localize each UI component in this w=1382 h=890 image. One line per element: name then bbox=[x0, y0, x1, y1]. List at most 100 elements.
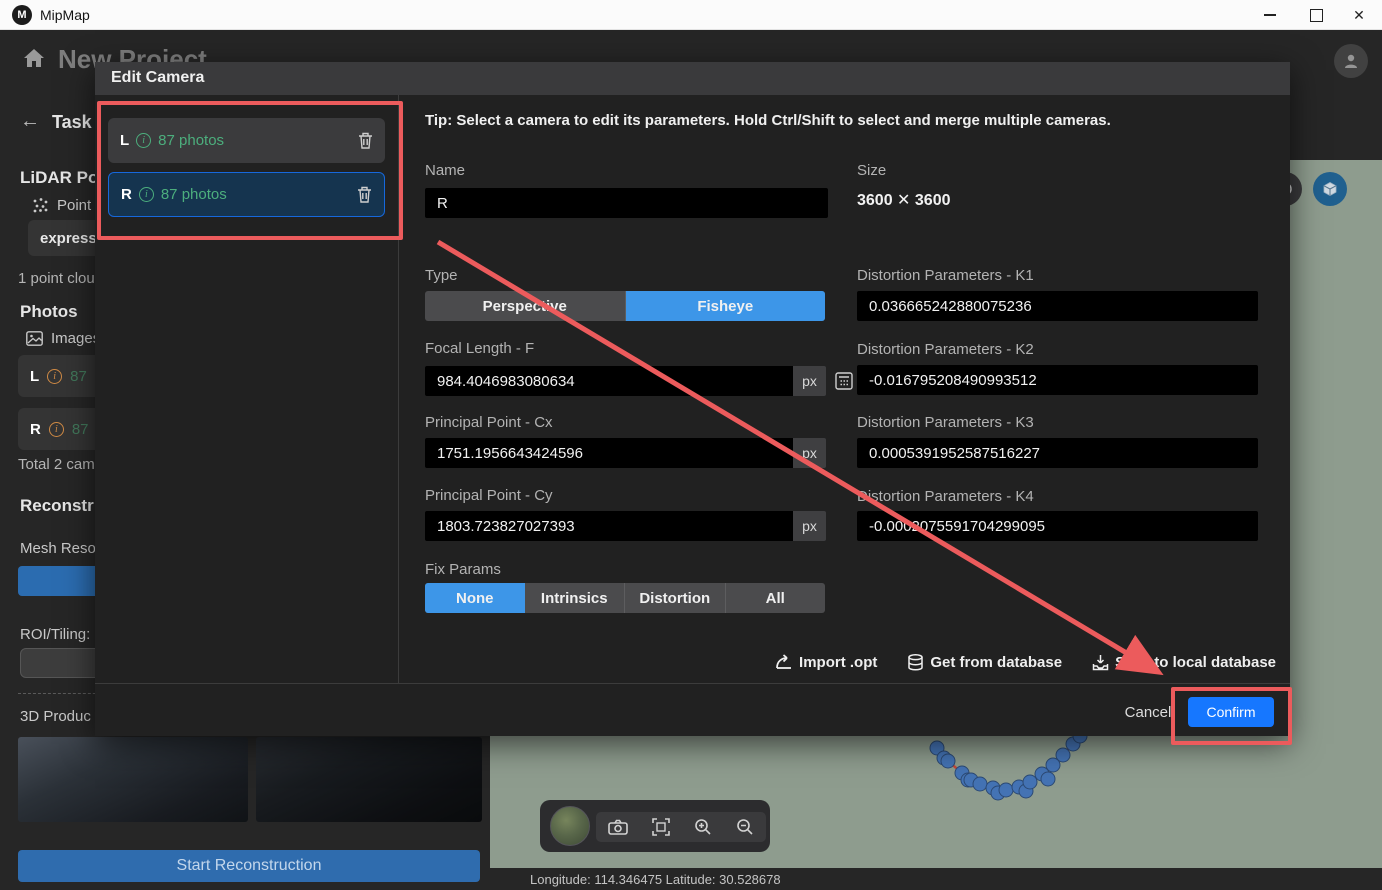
user-icon bbox=[1342, 52, 1360, 70]
k1-input[interactable] bbox=[857, 291, 1258, 321]
trash-icon[interactable] bbox=[358, 132, 373, 149]
products-heading: 3D Produc bbox=[20, 708, 91, 725]
panel-divider bbox=[398, 95, 399, 683]
size-label: Size bbox=[857, 162, 886, 179]
zoom-out-icon[interactable] bbox=[736, 818, 754, 836]
camera-list-item-L[interactable]: L i 87 photos bbox=[108, 118, 385, 163]
k3-input[interactable] bbox=[857, 438, 1258, 468]
footer-divider bbox=[95, 683, 1290, 684]
os-titlebar: M MipMap bbox=[0, 0, 1382, 30]
confirm-button[interactable]: Confirm bbox=[1188, 697, 1274, 727]
camera-photos-count: 87 photos bbox=[161, 186, 227, 203]
get-from-database-button[interactable]: Get from database bbox=[907, 654, 1062, 671]
user-avatar[interactable] bbox=[1334, 44, 1368, 78]
window-close-button[interactable] bbox=[1336, 0, 1382, 30]
calculator-icon[interactable] bbox=[835, 372, 853, 390]
3d-cube-icon bbox=[1322, 181, 1338, 197]
fix-option-all[interactable]: All bbox=[726, 583, 826, 613]
k4-label: Distortion Parameters - K4 bbox=[857, 488, 1034, 505]
principal-cy-label: Principal Point - Cy bbox=[425, 487, 553, 504]
size-value: 3600 ✕ 3600 bbox=[857, 190, 950, 210]
save-icon bbox=[1092, 654, 1109, 671]
database-action-row: Import .opt Get from database Save to lo… bbox=[425, 647, 1276, 677]
principal-cy-input[interactable] bbox=[425, 511, 793, 541]
dialog-header: Edit Camera bbox=[95, 62, 1290, 95]
sidebar-lidar-heading: LiDAR Poi bbox=[20, 168, 103, 188]
camera-name: R bbox=[121, 186, 132, 203]
type-label: Type bbox=[425, 267, 458, 284]
product-thumbnail-mesh[interactable] bbox=[18, 737, 248, 822]
application-window: Longitude: 114.346475 Latitude: 30.52867… bbox=[0, 0, 1382, 890]
start-reconstruction-button[interactable]: Start Reconstruction bbox=[18, 850, 480, 882]
fit-view-icon[interactable] bbox=[652, 818, 670, 836]
fix-params-segmented-control: None Intrinsics Distortion All bbox=[425, 583, 825, 613]
back-arrow-icon[interactable]: ← bbox=[20, 110, 40, 133]
roi-tiling-label: ROI/Tiling: bbox=[20, 626, 90, 643]
images-icon bbox=[26, 331, 43, 346]
focal-unit: px bbox=[793, 366, 826, 396]
k2-input[interactable] bbox=[857, 365, 1258, 395]
fix-option-intrinsics[interactable]: Intrinsics bbox=[525, 583, 626, 613]
name-input[interactable] bbox=[425, 188, 828, 218]
window-minimize-button[interactable] bbox=[1247, 0, 1293, 30]
camera-list-item-R-selected[interactable]: R i 87 photos bbox=[108, 172, 385, 217]
sidebar-back-label[interactable]: Task bbox=[52, 112, 92, 133]
product-thumbnail-pointcloud[interactable] bbox=[256, 737, 482, 822]
database-icon bbox=[907, 654, 924, 671]
zoom-in-icon[interactable] bbox=[694, 818, 712, 836]
basemap-switch-thumbnail[interactable] bbox=[550, 806, 590, 846]
edit-camera-dialog: Edit Camera L i 87 photos R i 87 photos … bbox=[95, 62, 1290, 736]
cy-unit: px bbox=[793, 511, 826, 541]
coordinates-readout: Longitude: 114.346475 Latitude: 30.52867… bbox=[530, 872, 781, 887]
type-option-perspective[interactable]: Perspective bbox=[425, 291, 626, 321]
dialog-tip: Tip: Select a camera to edit its paramet… bbox=[425, 112, 1275, 129]
camera-count: 87 bbox=[72, 421, 89, 438]
app-name: MipMap bbox=[40, 7, 90, 23]
map-statusbar: Longitude: 114.346475 Latitude: 30.52867… bbox=[490, 868, 1382, 890]
save-to-local-database-button[interactable]: Save to local database bbox=[1092, 654, 1276, 671]
focal-length-input[interactable] bbox=[425, 366, 793, 396]
map-toolbar-buttons bbox=[596, 812, 766, 842]
total-cameras-label: Total 2 came bbox=[18, 456, 103, 473]
cancel-button[interactable]: Cancel bbox=[1113, 697, 1183, 727]
camera-photos-count: 87 photos bbox=[158, 132, 224, 149]
camera-name: L bbox=[30, 368, 39, 385]
camera-name: L bbox=[120, 132, 129, 149]
name-label: Name bbox=[425, 162, 465, 179]
info-icon: i bbox=[47, 369, 62, 384]
mesh-resolution-label: Mesh Reso bbox=[20, 540, 96, 557]
sidebar-images-item[interactable]: Images bbox=[26, 330, 100, 347]
import-opt-label: Import .opt bbox=[799, 654, 877, 671]
camera-track-markers bbox=[920, 720, 1160, 830]
principal-cx-label: Principal Point - Cx bbox=[425, 414, 553, 431]
camera-count: 87 bbox=[70, 368, 87, 385]
get-from-database-label: Get from database bbox=[930, 654, 1062, 671]
app-logo-icon: M bbox=[12, 5, 32, 25]
trash-icon[interactable] bbox=[357, 186, 372, 203]
cx-unit: px bbox=[793, 438, 826, 468]
point-cloud-count: 1 point clou bbox=[18, 270, 95, 287]
type-segmented-control: Perspective Fisheye bbox=[425, 291, 825, 321]
principal-cx-input[interactable] bbox=[425, 438, 793, 468]
fix-option-none[interactable]: None bbox=[425, 583, 525, 613]
camera-name: R bbox=[30, 421, 41, 438]
type-option-fisheye[interactable]: Fisheye bbox=[626, 291, 826, 321]
focal-length-label: Focal Length - F bbox=[425, 340, 534, 357]
k2-label: Distortion Parameters - K2 bbox=[857, 341, 1034, 358]
point-cloud-icon bbox=[32, 197, 49, 214]
images-label: Images bbox=[51, 330, 100, 347]
window-maximize-button[interactable] bbox=[1293, 0, 1339, 30]
start-reconstruction-label: Start Reconstruction bbox=[177, 857, 322, 875]
map-3d-mode-button[interactable] bbox=[1313, 172, 1347, 206]
import-opt-button[interactable]: Import .opt bbox=[775, 654, 877, 671]
k3-label: Distortion Parameters - K3 bbox=[857, 414, 1034, 431]
info-icon: i bbox=[136, 133, 151, 148]
info-icon: i bbox=[139, 187, 154, 202]
camera-icon[interactable] bbox=[608, 819, 628, 835]
fix-params-label: Fix Params bbox=[425, 561, 501, 578]
home-icon[interactable] bbox=[22, 46, 46, 70]
k4-input[interactable] bbox=[857, 511, 1258, 541]
sidebar-photos-heading: Photos bbox=[20, 302, 78, 322]
fix-option-distortion[interactable]: Distortion bbox=[625, 583, 726, 613]
save-to-local-database-label: Save to local database bbox=[1115, 654, 1276, 671]
